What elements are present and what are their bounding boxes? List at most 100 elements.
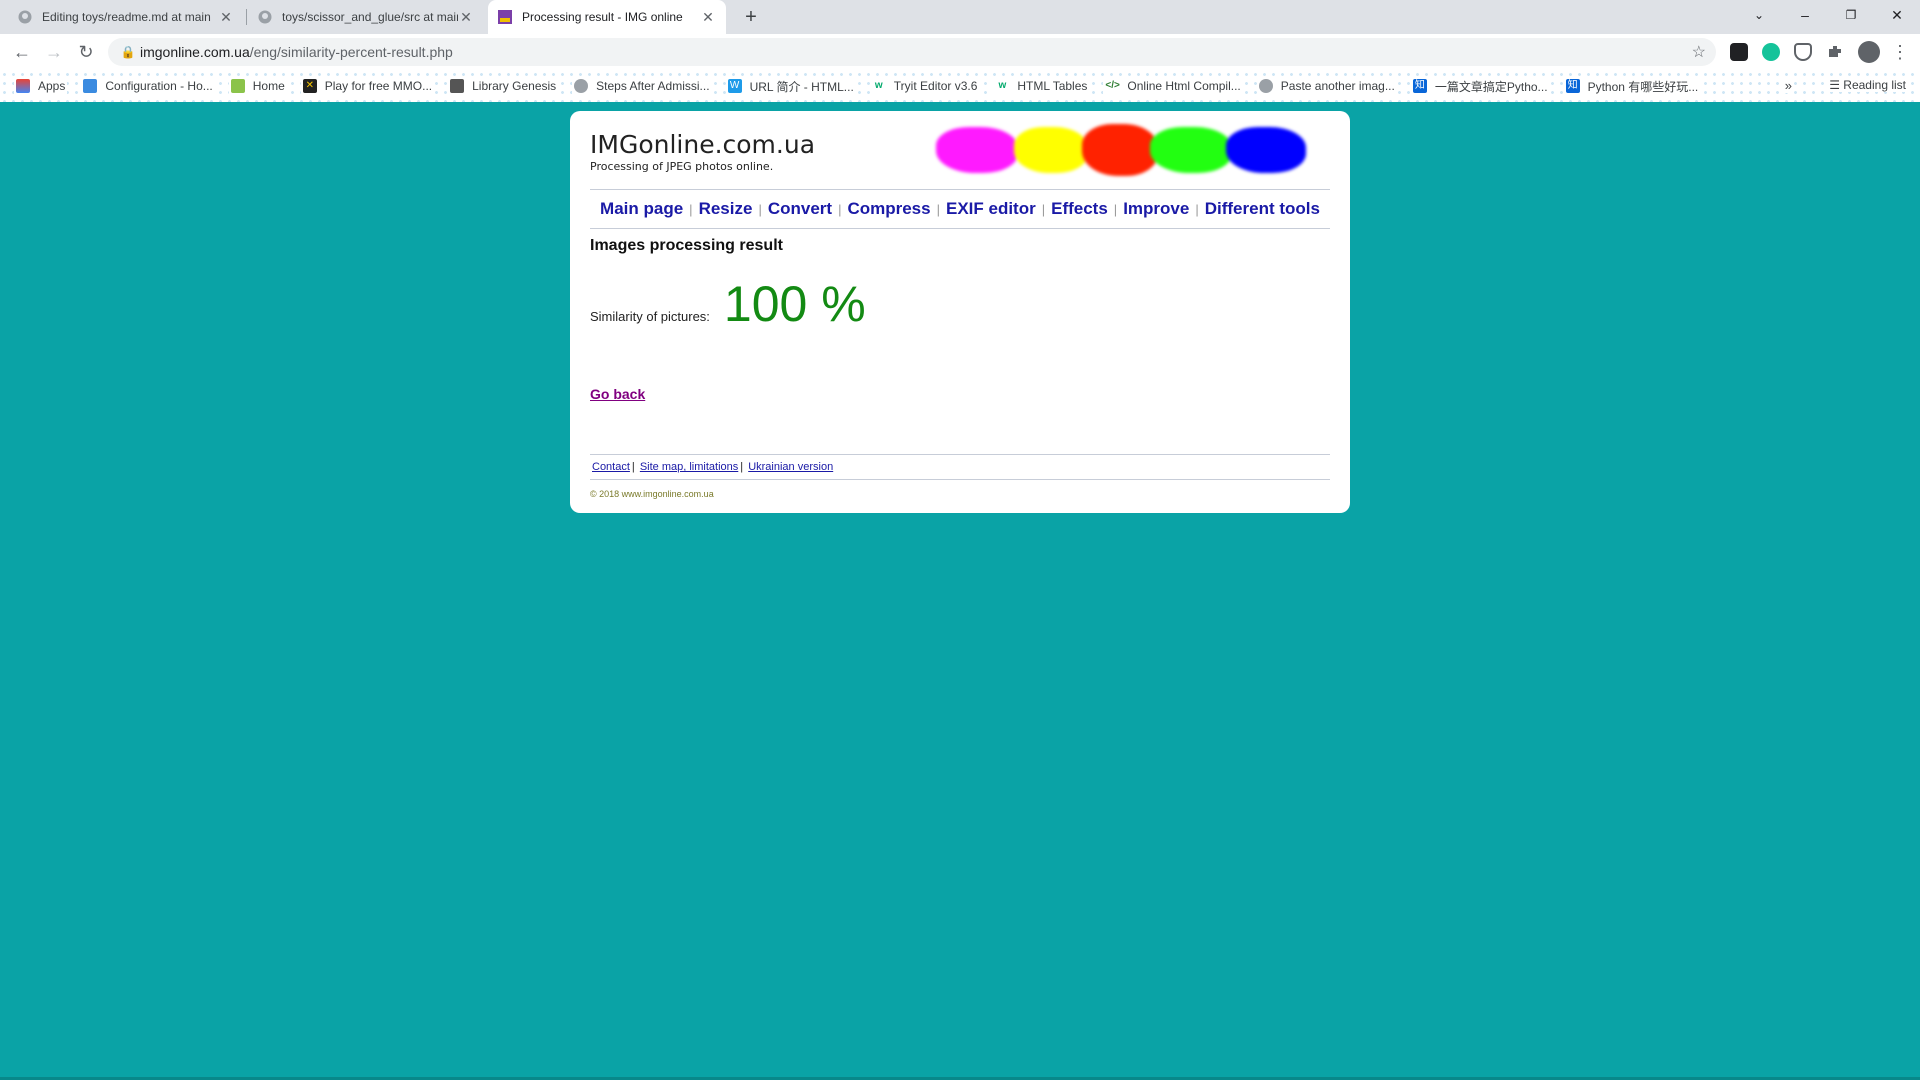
bookmark-tryit-editor[interactable]: w Tryit Editor v3.6: [869, 77, 980, 95]
bookmark-play-mmo[interactable]: ✕ Play for free MMO...: [300, 77, 435, 95]
footer-links: Contact | Site map, limitations | Ukrainia…: [590, 454, 1330, 480]
close-tab-icon[interactable]: ✕: [700, 9, 716, 26]
tab-search-icon[interactable]: ⌄: [1736, 0, 1782, 30]
globe-icon: [574, 79, 589, 93]
similarity-row: Similarity of pictures: 100 %: [590, 275, 866, 333]
similarity-value: 100 %: [723, 276, 866, 332]
bookmark-label: 一篇文章搞定Pytho...: [1434, 79, 1548, 94]
bookmark-html-tables[interactable]: w HTML Tables: [993, 77, 1090, 95]
globe-icon: [1258, 79, 1273, 93]
github-icon: [258, 10, 272, 24]
main-menu: Main page | Resize | Convert | Compress | EX…: [590, 189, 1330, 229]
grammarly-icon[interactable]: [1762, 43, 1780, 61]
minimize-button[interactable]: –: [1782, 0, 1828, 30]
footer-separator: |: [631, 461, 635, 473]
back-button[interactable]: ←: [10, 40, 34, 64]
bookmark-star-icon[interactable]: ☆: [1692, 42, 1706, 62]
bookmark-configuration[interactable]: Configuration - Ho...: [81, 77, 215, 95]
green-blob: [1150, 127, 1232, 173]
menu-improve[interactable]: Improve: [1123, 199, 1189, 219]
reading-list-label: Reading list: [1843, 78, 1906, 92]
reading-list-button[interactable]: ☰ Reading list: [1829, 78, 1906, 92]
w3schools-icon: w: [871, 79, 886, 93]
puzzle-extensions-icon[interactable]: [1826, 43, 1844, 61]
code-icon: </>: [1105, 79, 1120, 93]
yellow-blob: [1014, 127, 1088, 173]
game-icon: ✕: [302, 79, 317, 93]
bookmark-label: Online Html Compil...: [1127, 79, 1241, 93]
w3-icon: W: [727, 79, 742, 93]
bookmark-steps-after[interactable]: Steps After Admissi...: [572, 77, 712, 95]
bookmark-label: Home: [252, 79, 285, 93]
bookmark-label: Library Genesis: [472, 79, 557, 93]
close-tab-icon[interactable]: ✕: [458, 9, 474, 26]
tab-title: Editing toys/readme.md at main: [42, 10, 211, 24]
home-site-icon: [230, 79, 245, 93]
menu-effects[interactable]: Effects: [1051, 199, 1108, 219]
reload-button[interactable]: ↻: [74, 40, 98, 64]
bookmark-url-html[interactable]: W URL 简介 - HTML...: [725, 75, 856, 97]
tab-editing-readme[interactable]: Editing toys/readme.md at main ✕: [8, 0, 244, 34]
apps-grid-icon: [16, 79, 30, 93]
menu-separator: |: [838, 201, 842, 217]
library-icon: [450, 79, 465, 93]
menu-compress[interactable]: Compress: [847, 199, 930, 219]
close-tab-icon[interactable]: ✕: [218, 9, 234, 26]
menu-resize[interactable]: Resize: [699, 199, 753, 219]
bookmark-label: Paste another imag...: [1280, 79, 1395, 93]
bookmark-apps[interactable]: Apps: [14, 77, 68, 95]
sitemap-link[interactable]: Site map, limitations: [640, 461, 738, 473]
footer-separator: |: [740, 461, 744, 473]
copyright-text: © 2018 www.imgonline.com.ua: [590, 489, 714, 499]
menu-exif-editor[interactable]: EXIF editor: [946, 199, 1036, 219]
menu-separator: |: [1195, 201, 1199, 217]
shield-icon[interactable]: [1794, 43, 1812, 61]
bookmark-zhihu-1[interactable]: 知一篇文章搞定Pytho...: [1410, 75, 1550, 97]
bookmark-zhihu-2[interactable]: 知 Python 有哪些好玩...: [1563, 75, 1701, 97]
new-tab-button[interactable]: +: [738, 4, 764, 30]
menu-convert[interactable]: Convert: [768, 199, 832, 219]
menu-kebab-icon[interactable]: ⋮: [1888, 40, 1912, 64]
bookmark-library-genesis[interactable]: Library Genesis: [448, 77, 559, 95]
blue-blob: [1226, 127, 1306, 173]
zhihu-icon: 知: [1412, 79, 1427, 93]
forward-button[interactable]: →: [42, 40, 66, 64]
bookmark-label: Python 有哪些好玩...: [1587, 79, 1699, 94]
jpg-favicon-icon: [498, 10, 512, 24]
bookmark-label: Play for free MMO...: [324, 79, 433, 93]
go-back-link[interactable]: Go back: [590, 386, 645, 402]
bookmark-label: Apps: [38, 79, 66, 93]
address-bar[interactable]: 🔒 imgonline.com.ua/eng/similarity-percen…: [108, 38, 1716, 66]
browser-toolbar: ← → ↻ 🔒 imgonline.com.ua/eng/similarity-…: [0, 34, 1920, 70]
lock-icon[interactable]: 🔒: [116, 45, 140, 59]
menu-main-page[interactable]: Main page: [600, 199, 683, 219]
ukrainian-version-link[interactable]: Ukrainian version: [748, 461, 833, 473]
site-logo-text[interactable]: IMGonline.com.ua: [590, 130, 815, 159]
bookmarks-bar: Apps Configuration - Ho... Home ✕ Play fo…: [0, 70, 1920, 102]
close-window-button[interactable]: ✕: [1874, 0, 1920, 30]
menu-separator: |: [758, 201, 762, 217]
content-card: IMGonline.com.ua Processing of JPEG phot…: [570, 111, 1350, 513]
more-bookmarks-chevron-icon[interactable]: »: [1784, 78, 1792, 93]
menu-different-tools[interactable]: Different tools: [1205, 199, 1320, 219]
bookmark-paste-image[interactable]: Paste another imag...: [1256, 77, 1397, 95]
config-icon: [83, 79, 98, 93]
bookmark-online-html[interactable]: </> Online Html Compil...: [1103, 77, 1243, 95]
red-blob: [1082, 124, 1158, 176]
color-blobs-banner: [936, 123, 1334, 177]
contact-link[interactable]: Contact: [592, 461, 630, 473]
extension-icon[interactable]: [1730, 43, 1748, 61]
tab-strip: Editing toys/readme.md at main ✕ toys/sc…: [0, 0, 1920, 34]
w3schools-icon: w: [995, 79, 1010, 93]
restore-button[interactable]: ❐: [1828, 0, 1874, 30]
tab-divider: [246, 9, 247, 25]
url-path: /eng/similarity-percent-result.php: [249, 44, 453, 60]
tab-processing-result[interactable]: Processing result - IMG online ✕: [488, 0, 726, 34]
tab-scissor-glue[interactable]: toys/scissor_and_glue/src at main ✕: [248, 0, 484, 34]
similarity-label: Similarity of pictures:: [590, 309, 710, 324]
magenta-blob: [936, 127, 1018, 173]
avatar[interactable]: [1858, 41, 1880, 63]
reading-list-icon: ☰: [1829, 78, 1844, 92]
site-header: IMGonline.com.ua Processing of JPEG phot…: [590, 130, 815, 173]
bookmark-home[interactable]: Home: [228, 77, 287, 95]
